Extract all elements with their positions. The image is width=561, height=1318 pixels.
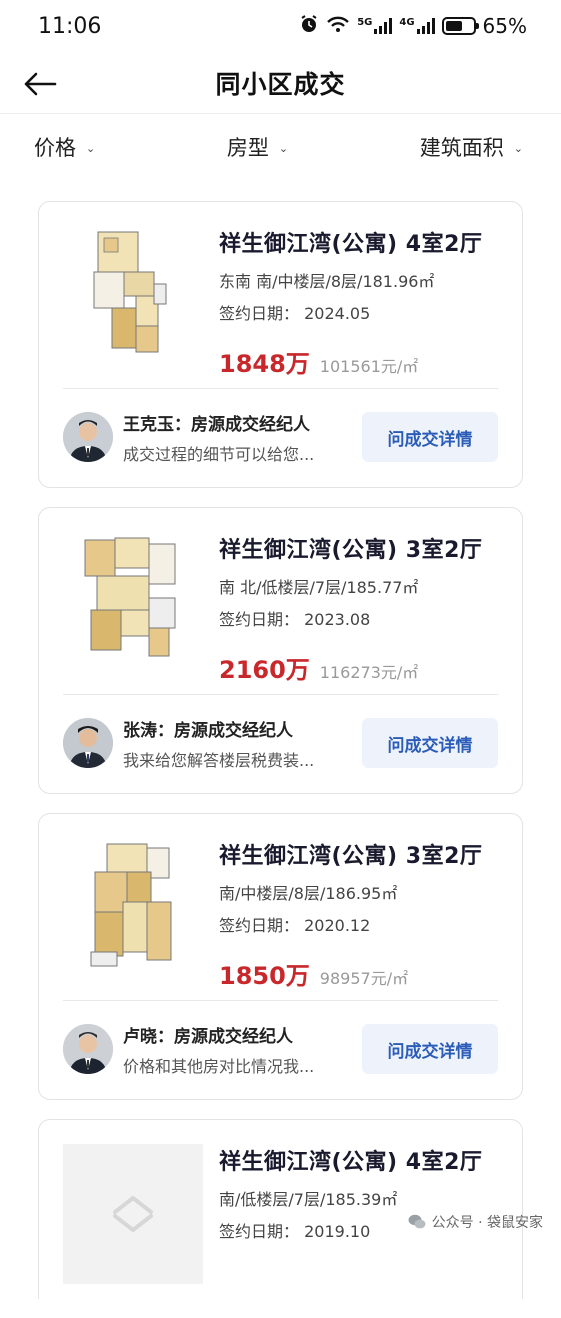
agent-row: 王克玉：房源成交经纪人 成交过程的细节可以给您... 问成交详情	[63, 410, 498, 464]
wechat-icon	[408, 1214, 426, 1229]
floorplan-image	[61, 224, 203, 362]
transaction-list: 祥生御江湾(公寓) 4室2厅 东南 南/中楼层/8层/181.96㎡ 签约日期：…	[38, 201, 523, 1318]
page-title: 同小区成交	[215, 69, 346, 99]
sign-date-value: 2024.05	[304, 304, 371, 323]
sign-date-label: 签约日期：	[219, 304, 300, 323]
listing-spec: 南/中楼层/8层/186.95㎡	[219, 884, 398, 903]
sign-date-label: 签约日期：	[219, 1222, 300, 1241]
battery-percent: 65%	[482, 14, 527, 38]
agent-row: 卢晓：房源成交经纪人 价格和其他房对比情况我... 问成交详情	[63, 1022, 498, 1076]
floorplan-image	[61, 836, 203, 974]
back-arrow-icon	[24, 72, 57, 96]
watermark: 公众号 · 袋鼠安家	[408, 1212, 543, 1232]
avatar[interactable]	[63, 1024, 113, 1074]
sign-date: 签约日期： 2020.12	[219, 912, 509, 936]
transaction-card[interactable]: 祥生御江湾(公寓) 4室2厅 东南 南/中楼层/8层/181.96㎡ 签约日期：…	[38, 201, 523, 488]
listing-title: 祥生御江湾(公寓) 4室2厅	[219, 232, 483, 257]
watermark-text: 公众号 · 袋鼠安家	[431, 1215, 543, 1231]
signal-5g-icon	[374, 18, 393, 34]
filter-label: 价格	[34, 136, 76, 160]
filter-layout[interactable]: 房型 ⌄	[227, 132, 288, 162]
total-price: 2160万	[219, 656, 310, 684]
agent-message: 价格和其他房对比情况我...	[123, 1056, 315, 1076]
unit-price: 98957元/㎡	[319, 969, 409, 988]
agent-text: 卢晓：房源成交经纪人 价格和其他房对比情况我...	[123, 1022, 362, 1077]
sign-date-label: 签约日期：	[219, 916, 300, 935]
status-bar: 11:06 5G 4G 65%	[0, 0, 561, 52]
wifi-icon	[326, 15, 350, 37]
avatar[interactable]	[63, 718, 113, 768]
price-row: 1848万 101561元/㎡	[219, 344, 509, 379]
listing-spec: 南 北/低楼层/7层/185.77㎡	[219, 578, 419, 597]
sign-date-value: 2020.12	[304, 916, 371, 935]
unit-price: 101561元/㎡	[319, 357, 419, 376]
listing-title: 祥生御江湾(公寓) 3室2厅	[219, 844, 483, 869]
filter-label: 房型	[226, 136, 269, 160]
sign-date: 签约日期： 2023.08	[219, 606, 509, 630]
sign-date-value: 2023.08	[304, 610, 371, 629]
floorplan-image	[61, 530, 203, 668]
agent-message: 我来给您解答楼层税费装...	[123, 750, 315, 770]
filter-area[interactable]: 建筑面积 ⌄	[420, 132, 523, 162]
nav-bar: 同小区成交	[0, 52, 561, 114]
agent-text: 王克玉：房源成交经纪人 成交过程的细节可以给您...	[123, 410, 362, 465]
floorplan-placeholder	[63, 1144, 203, 1284]
ask-deal-details-button[interactable]: 问成交详情	[362, 718, 498, 768]
transaction-card[interactable]: 祥生御江湾(公寓) 4室2厅 南/低楼层/7层/185.39㎡ 签约日期： 20…	[38, 1119, 523, 1299]
agent-name: 张涛：房源成交经纪人	[123, 720, 293, 741]
divider	[63, 694, 498, 695]
divider	[63, 1000, 498, 1001]
unit-price: 116273元/㎡	[319, 663, 419, 682]
sign-date-label: 签约日期：	[219, 610, 300, 629]
alarm-icon	[299, 14, 319, 38]
listing-spec: 东南 南/中楼层/8层/181.96㎡	[219, 272, 435, 291]
signal-4g-icon	[416, 18, 435, 34]
filter-bar: 价格 ⌄ 房型 ⌄ 建筑面积 ⌄	[0, 116, 561, 178]
back-button[interactable]	[20, 64, 60, 104]
listing-info: 祥生御江湾(公寓) 4室2厅 东南 南/中楼层/8层/181.96㎡ 签约日期：…	[219, 226, 509, 379]
agent-name: 卢晓：房源成交经纪人	[123, 1026, 293, 1047]
network-5g-label: 5G	[357, 16, 373, 28]
ask-deal-details-button[interactable]: 问成交详情	[362, 412, 498, 462]
chevron-down-icon: ⌄	[278, 141, 289, 155]
agent-row: 张涛：房源成交经纪人 我来给您解答楼层税费装... 问成交详情	[63, 716, 498, 770]
chevron-down-icon: ⌄	[86, 141, 96, 155]
total-price: 1848万	[219, 350, 310, 378]
ask-deal-details-button[interactable]: 问成交详情	[362, 1024, 498, 1074]
divider	[63, 388, 498, 389]
listing-spec: 南/低楼层/7层/185.39㎡	[219, 1190, 398, 1209]
total-price: 1850万	[219, 962, 310, 990]
agent-text: 张涛：房源成交经纪人 我来给您解答楼层税费装...	[123, 716, 362, 771]
filter-price[interactable]: 价格 ⌄	[34, 132, 95, 162]
listing-info: 祥生御江湾(公寓) 3室2厅 南/中楼层/8层/186.95㎡ 签约日期： 20…	[219, 838, 509, 991]
listing-title: 祥生御江湾(公寓) 3室2厅	[219, 538, 483, 563]
avatar[interactable]	[63, 412, 113, 462]
sign-date: 签约日期： 2024.05	[219, 300, 509, 324]
status-icons: 5G 4G 65%	[299, 14, 527, 38]
network-4g-label: 4G	[399, 16, 415, 28]
battery-icon	[441, 17, 479, 35]
transaction-card[interactable]: 祥生御江湾(公寓) 3室2厅 南 北/低楼层/7层/185.77㎡ 签约日期： …	[38, 507, 523, 794]
listing-info: 祥生御江湾(公寓) 3室2厅 南 北/低楼层/7层/185.77㎡ 签约日期： …	[219, 532, 509, 685]
listing-title: 祥生御江湾(公寓) 4室2厅	[219, 1150, 483, 1175]
sign-date-value: 2019.10	[304, 1222, 371, 1241]
price-row: 1850万 98957元/㎡	[219, 956, 509, 991]
transaction-card[interactable]: 祥生御江湾(公寓) 3室2厅 南/中楼层/8层/186.95㎡ 签约日期： 20…	[38, 813, 523, 1100]
agent-name: 王克玉：房源成交经纪人	[123, 414, 310, 435]
filter-label: 建筑面积	[419, 136, 504, 160]
agent-message: 成交过程的细节可以给您...	[123, 444, 315, 464]
status-time: 11:06	[38, 13, 102, 39]
chevron-down-icon: ⌄	[513, 141, 523, 155]
image-placeholder-icon	[113, 1196, 153, 1232]
price-row: 2160万 116273元/㎡	[219, 650, 509, 685]
